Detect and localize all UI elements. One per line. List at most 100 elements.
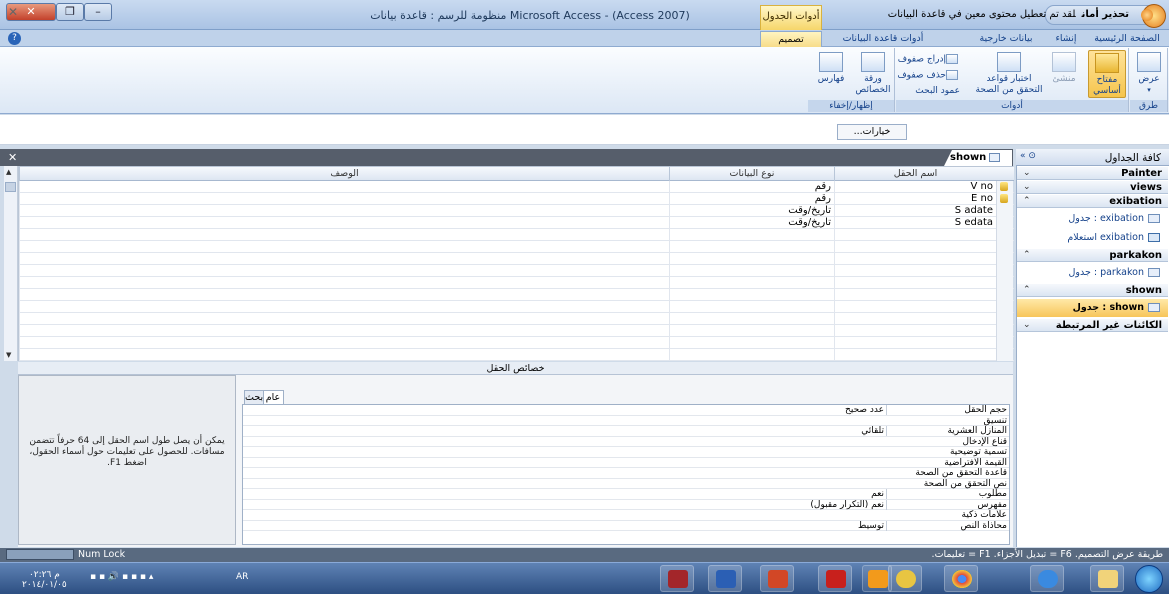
test-validation-rules-button[interactable]: اختبار قواعد التحقق من الصحة <box>974 52 1044 96</box>
nav-item[interactable]: shown : جدول <box>1017 299 1168 317</box>
data-type-cell[interactable] <box>669 241 834 253</box>
description-cell[interactable] <box>19 313 669 325</box>
data-type-cell[interactable] <box>669 301 834 313</box>
table-row[interactable] <box>19 277 1014 289</box>
property-row[interactable]: محاذاة النص توسيط <box>243 520 1009 531</box>
property-row[interactable]: حجم الحقل عدد صحيح <box>243 405 1009 416</box>
property-value[interactable]: توسيط <box>247 520 887 531</box>
field-name-cell[interactable] <box>834 337 996 349</box>
indexes-button[interactable]: فهارس <box>812 52 850 85</box>
row-selector[interactable] <box>996 277 1013 289</box>
data-type-cell[interactable] <box>669 313 834 325</box>
data-type-cell[interactable] <box>669 289 834 301</box>
scroll-down-icon[interactable]: ▼ <box>6 351 11 359</box>
tab-home[interactable]: الصفحة الرئيسية <box>1090 31 1164 47</box>
chevron-down-icon[interactable]: ⌄ <box>1023 167 1031 180</box>
property-row[interactable]: قناع الإدخال <box>243 437 1009 447</box>
navigation-pane-title[interactable]: كافة الجداول <box>1105 152 1161 164</box>
table-row[interactable] <box>19 241 1014 253</box>
table-row[interactable]: E no رقم <box>19 193 1014 205</box>
nav-item[interactable]: parkakon : جدول <box>1017 264 1168 282</box>
tab-create[interactable]: إنشاء <box>1046 31 1086 47</box>
chevron-up-icon[interactable]: ⌃ <box>1023 249 1031 262</box>
description-cell[interactable] <box>19 301 669 313</box>
onenote-taskbar-button[interactable] <box>862 565 892 592</box>
data-type-cell[interactable] <box>669 349 834 361</box>
property-row[interactable]: نص التحقق من الصحة <box>243 479 1009 489</box>
chevron-up-icon[interactable]: ⌃ <box>1023 195 1031 208</box>
field-name-cell[interactable]: S edata <box>834 217 996 229</box>
field-name-cell[interactable] <box>834 301 996 313</box>
row-selector[interactable] <box>996 337 1013 349</box>
row-selector[interactable] <box>996 289 1013 301</box>
row-selector[interactable] <box>996 325 1013 337</box>
nav-group-header[interactable]: ⌃ parkakon <box>1017 249 1168 262</box>
options-button[interactable]: خيارات... <box>837 124 907 140</box>
delete-rows-button[interactable]: حذف صفوف <box>897 70 960 81</box>
tab-database-tools[interactable]: أدوات قاعدة البيانات <box>833 31 933 47</box>
field-name-cell[interactable] <box>834 265 996 277</box>
table-row[interactable] <box>19 313 1014 325</box>
property-value[interactable]: نعم (التكرار مقبول) <box>247 499 887 510</box>
tab-external-data[interactable]: بيانات خارجية <box>970 31 1042 47</box>
clock[interactable]: م ٠٢:٢٦ ٢٠١٤/٠١/٠٥ <box>22 570 67 590</box>
tab-lookup[interactable]: بحث <box>244 390 264 404</box>
chevron-up-icon[interactable]: ⌃ <box>1023 284 1031 297</box>
description-cell[interactable] <box>19 349 669 361</box>
description-cell[interactable] <box>19 253 669 265</box>
field-name-cell[interactable] <box>834 313 996 325</box>
nav-group-header[interactable]: ⌃ shown <box>1017 284 1168 297</box>
row-selector[interactable] <box>996 349 1013 361</box>
row-selector[interactable] <box>996 265 1013 277</box>
chrome-taskbar-button[interactable] <box>944 565 978 592</box>
table-row[interactable] <box>19 325 1014 337</box>
lookup-column-button[interactable]: عمود البحث <box>902 86 960 96</box>
description-cell[interactable] <box>19 337 669 349</box>
property-row[interactable]: مفهرس نعم (التكرار مقبول) <box>243 499 1009 510</box>
description-cell[interactable] <box>19 217 669 229</box>
data-type-cell[interactable] <box>669 229 834 241</box>
nav-group-header[interactable]: ⌄ Painter <box>1017 167 1168 180</box>
document-tab-shown[interactable]: shown <box>944 150 1012 166</box>
description-cell[interactable] <box>19 205 669 217</box>
builder-button[interactable]: منشئ <box>1044 52 1084 85</box>
system-tray[interactable]: ▪ ▪ 🔊 ▪ ▪ ▪ ▴ <box>90 572 153 582</box>
description-cell[interactable] <box>19 277 669 289</box>
table-row[interactable] <box>19 253 1014 265</box>
nav-item[interactable]: exibation : جدول <box>1017 210 1168 228</box>
property-value[interactable]: نعم <box>247 489 887 499</box>
data-type-cell[interactable]: رقم <box>669 181 834 193</box>
table-row[interactable]: V no رقم <box>19 181 1014 193</box>
field-name-cell[interactable]: E no <box>834 193 996 205</box>
chevron-down-icon[interactable]: ⌄ <box>1023 319 1031 332</box>
field-name-cell[interactable] <box>834 229 996 241</box>
language-indicator[interactable]: AR <box>236 572 248 582</box>
property-sheet-button[interactable]: ورقة الخصائص <box>854 52 892 96</box>
view-button[interactable]: عرض ▾ <box>1134 52 1164 96</box>
nav-item[interactable]: exibation استعلام <box>1017 229 1168 247</box>
acrobat-taskbar-button[interactable] <box>818 565 852 592</box>
property-row[interactable]: تنسيق <box>243 416 1009 426</box>
table-row[interactable]: S edata تاريخ/وقت <box>19 217 1014 229</box>
nav-group-header[interactable]: ⌃ exibation <box>1017 195 1168 208</box>
data-type-cell[interactable] <box>669 277 834 289</box>
vertical-scrollbar[interactable]: ▲ ▼ <box>4 166 18 361</box>
row-selector[interactable] <box>996 253 1013 265</box>
field-name-cell[interactable] <box>834 349 996 361</box>
close-icon[interactable]: ✕ <box>8 151 17 164</box>
restore-button[interactable]: ❐ <box>56 3 84 21</box>
row-selector[interactable] <box>996 241 1013 253</box>
field-name-cell[interactable] <box>834 241 996 253</box>
description-cell[interactable] <box>19 229 669 241</box>
data-type-cell[interactable] <box>669 337 834 349</box>
property-value[interactable]: عدد صحيح <box>247 405 887 415</box>
property-row[interactable]: المنازل العشرية تلقائي <box>243 426 1009 437</box>
minimize-button[interactable]: – <box>84 3 112 21</box>
description-cell[interactable] <box>19 325 669 337</box>
row-selector[interactable] <box>996 205 1013 217</box>
data-type-cell[interactable] <box>669 325 834 337</box>
table-row[interactable] <box>19 349 1014 361</box>
tab-design[interactable]: تصميم <box>760 31 822 47</box>
description-cell[interactable] <box>19 265 669 277</box>
field-name-cell[interactable] <box>834 253 996 265</box>
